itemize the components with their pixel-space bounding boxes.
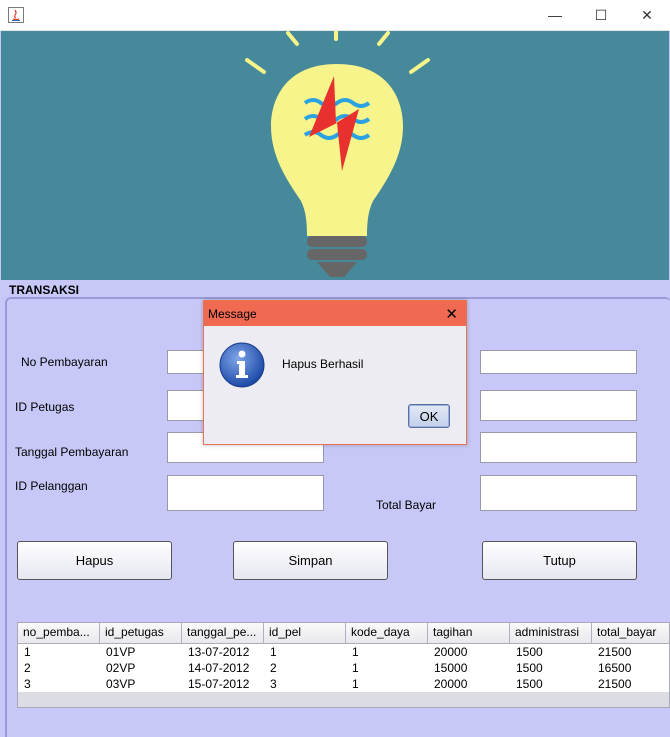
total-bayar-field[interactable] [480, 475, 637, 511]
window-titlebar: — ☐ ✕ [0, 0, 670, 31]
table-cell: 3 [270, 677, 277, 691]
table-cell: 2 [24, 661, 31, 675]
ok-button[interactable]: OK [408, 404, 450, 428]
id-petugas-label: ID Petugas [15, 400, 75, 414]
table-cell: 1500 [516, 645, 543, 659]
table-cell: 21500 [598, 677, 632, 691]
simpan-button[interactable]: Simpan [233, 541, 388, 580]
message-dialog: Message ✕ Hapus Berhasil OK [203, 300, 467, 445]
table-cell: 16500 [598, 661, 632, 675]
table-cell: 1 [24, 645, 31, 659]
table-cell: 03VP [106, 677, 136, 691]
table-cell: 1 [352, 645, 359, 659]
section-title: TRANSAKSI [9, 283, 80, 297]
no-pembayaran-label: No Pembayaran [21, 355, 108, 369]
tagihan-field[interactable] [480, 350, 637, 374]
table-cell: 15-07-2012 [188, 677, 250, 691]
column-header[interactable]: kode_daya [346, 623, 428, 643]
table-cell: 1 [352, 661, 359, 675]
table-cell: 01VP [106, 645, 136, 659]
close-window-button[interactable]: ✕ [624, 0, 670, 30]
table-cell: 14-07-2012 [188, 661, 250, 675]
tutup-button[interactable]: Tutup [482, 541, 637, 580]
table-body: 1 01VP 13-07-2012 1 1 20000 1500 21500 2… [18, 644, 669, 692]
transaction-table[interactable]: no_pemba... id_petugas tanggal_pe... id_… [17, 622, 670, 708]
table-cell: 02VP [106, 661, 136, 675]
maximize-button[interactable]: ☐ [578, 0, 624, 30]
column-header[interactable]: id_petugas [100, 623, 182, 643]
column-header[interactable]: id_pel [264, 623, 346, 643]
id-pelanggan-label: ID Pelanggan [15, 479, 88, 493]
dialog-titlebar: Message [204, 301, 466, 326]
administrasi-field[interactable] [480, 432, 637, 463]
lightbulb-logo-icon [245, 29, 430, 277]
table-row[interactable]: 3 03VP 15-07-2012 3 1 20000 1500 21500 [18, 676, 669, 692]
table-row[interactable]: 1 01VP 13-07-2012 1 1 20000 1500 21500 [18, 644, 669, 660]
dialog-title: Message [208, 306, 257, 321]
table-cell: 2 [270, 661, 277, 675]
table-cell: 1500 [516, 677, 543, 691]
table-cell: 21500 [598, 645, 632, 659]
table-cell: 20000 [434, 645, 468, 659]
column-header[interactable]: administrasi [510, 623, 592, 643]
hapus-button[interactable]: Hapus [17, 541, 172, 580]
table-cell: 20000 [434, 677, 468, 691]
table-empty-area [18, 692, 669, 707]
table-row[interactable]: 2 02VP 14-07-2012 2 1 15000 1500 16500 [18, 660, 669, 676]
table-cell: 15000 [434, 661, 468, 675]
column-header[interactable]: total_bayar [592, 623, 669, 643]
dialog-message: Hapus Berhasil [282, 357, 364, 371]
table-cell: 1 [352, 677, 359, 691]
minimize-button[interactable]: — [532, 0, 578, 30]
id-pelanggan-field[interactable] [167, 475, 324, 511]
info-icon [219, 342, 265, 388]
column-header[interactable]: tanggal_pe... [182, 623, 264, 643]
column-header[interactable]: tagihan [428, 623, 510, 643]
table-cell: 13-07-2012 [188, 645, 250, 659]
header-banner [1, 29, 669, 280]
tanggal-pembayaran-label: Tanggal Pembayaran [15, 445, 129, 459]
total-bayar-label: Total Bayar [376, 498, 437, 512]
column-header[interactable]: no_pemba... [18, 623, 100, 643]
table-cell: 3 [24, 677, 31, 691]
java-app-icon [8, 7, 24, 23]
dialog-close-button[interactable]: ✕ [445, 305, 458, 323]
table-cell: 1 [270, 645, 277, 659]
table-cell: 1500 [516, 661, 543, 675]
table-header: no_pemba... id_petugas tanggal_pe... id_… [18, 623, 669, 644]
kode-daya-field[interactable] [480, 390, 637, 421]
